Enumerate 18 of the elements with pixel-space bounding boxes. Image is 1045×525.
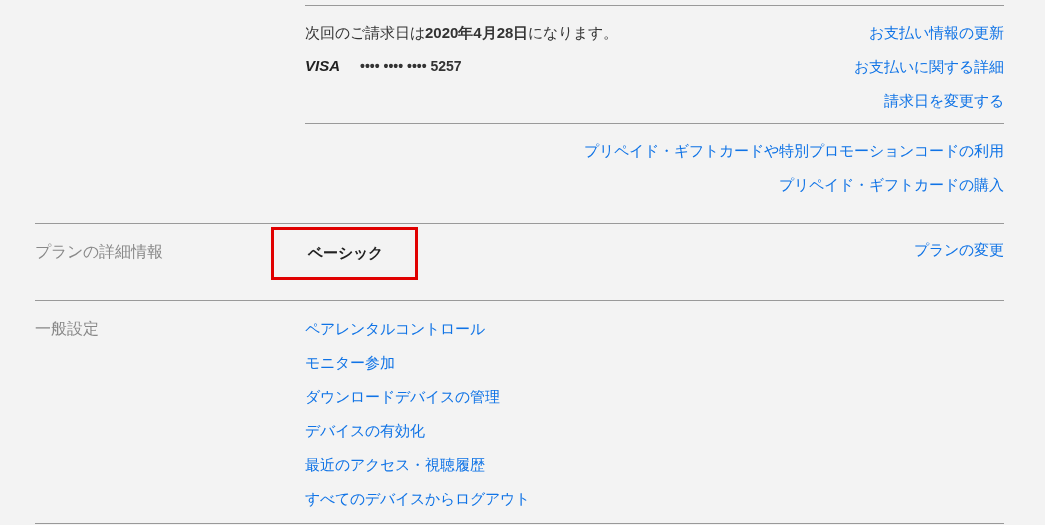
billing-link[interactable]: お支払い情報の更新 — [869, 23, 1004, 43]
settings-link[interactable]: ペアレンタルコントロール — [305, 319, 530, 339]
change-plan-link[interactable]: プランの変更 — [914, 240, 1004, 260]
billing-link[interactable]: お支払いに関する詳細 — [854, 57, 1004, 77]
card-number: •••• •••• •••• 5257 — [360, 57, 462, 76]
plan-name: ベーシック — [271, 227, 418, 280]
billing-date-text: 次回のご請求日は2020年4月28日になります。 — [305, 23, 619, 43]
billing-link[interactable]: 請求日を変更する — [884, 91, 1004, 111]
settings-link[interactable]: 最近のアクセス・視聴履歴 — [305, 455, 530, 475]
settings-link[interactable]: すべてのデバイスからログアウト — [305, 489, 530, 509]
card-brand: VISA — [305, 56, 340, 76]
gift-card-link[interactable]: プリペイド・ギフトカードの購入 — [779, 175, 1004, 195]
section-label: 一般設定 — [35, 319, 100, 339]
gift-card-link[interactable]: プリペイド・ギフトカードや特別プロモーションコードの利用 — [584, 141, 1004, 161]
settings-link[interactable]: ダウンロードデバイスの管理 — [305, 387, 530, 407]
settings-link[interactable]: デバイスの有効化 — [305, 421, 530, 441]
section-label: プランの詳細情報 — [35, 242, 164, 262]
settings-link[interactable]: モニター参加 — [305, 353, 530, 373]
